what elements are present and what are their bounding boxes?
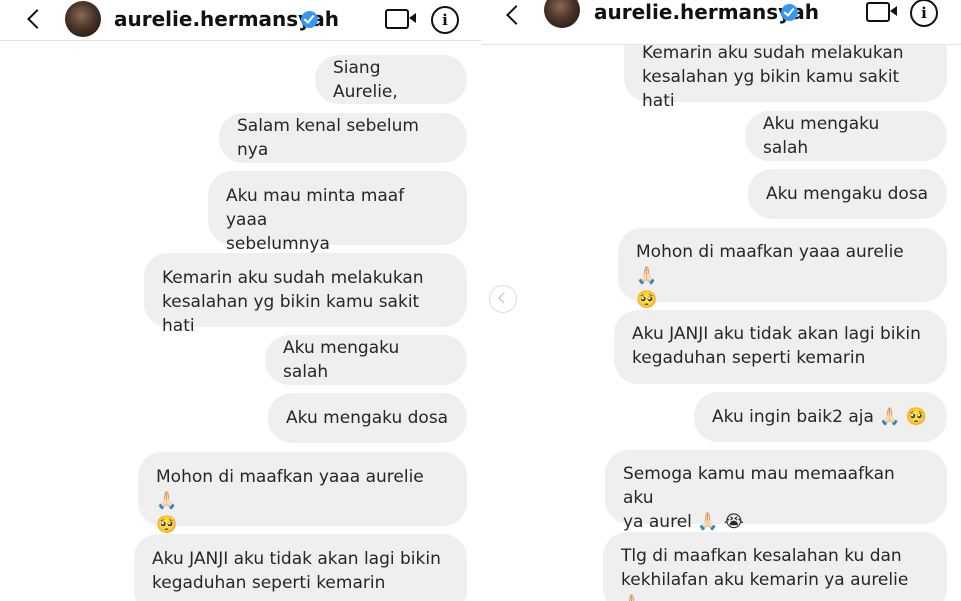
message-bubble[interactable]: Salam kenal sebelum nya bbox=[219, 113, 467, 163]
message-bubble[interactable]: Aku ingin baik2 aja 🙏🏻 🥺 bbox=[694, 392, 947, 442]
info-icon[interactable]: i bbox=[910, 0, 938, 27]
message-bubble[interactable]: Aku mau minta maaf yaaa sebelumnya bbox=[208, 171, 467, 254]
message-bubble[interactable]: Mohon di maafkan yaaa aurelie 🙏🏻 🥺 bbox=[138, 452, 467, 535]
left-screenshot-panel: aurelie.hermansyah i Siang Aurelie, Sala… bbox=[0, 0, 481, 601]
message-bubble[interactable]: Kemarin aku sudah melakukan kesalahan yg… bbox=[144, 253, 467, 336]
verified-badge-icon bbox=[781, 4, 798, 21]
video-call-icon[interactable] bbox=[866, 2, 897, 22]
chat-header: aurelie.hermansyah i bbox=[481, 0, 961, 45]
message-bubble[interactable]: Aku JANJI aku tidak akan lagi bikin kega… bbox=[134, 534, 467, 601]
message-bubble[interactable]: Aku mengaku salah bbox=[265, 335, 467, 385]
avatar[interactable] bbox=[65, 1, 101, 37]
avatar[interactable] bbox=[544, 0, 580, 28]
message-bubble[interactable]: Tlg di maafkan kesalahan ku dan kekhilaf… bbox=[603, 532, 947, 601]
message-bubble[interactable]: Mohon di maafkan yaaa aurelie 🙏🏻 🥺 bbox=[618, 228, 947, 310]
message-bubble[interactable]: Aku mengaku salah bbox=[745, 111, 947, 161]
chevron-left-icon[interactable] bbox=[506, 5, 526, 25]
video-call-icon[interactable] bbox=[385, 9, 416, 29]
message-bubble[interactable]: Siang Aurelie, bbox=[315, 55, 467, 104]
carousel-prev-icon[interactable] bbox=[489, 285, 517, 313]
message-bubble[interactable]: Semoga kamu mau memaafkan aku ya aurel 🙏… bbox=[605, 450, 947, 532]
right-screenshot-panel: aurelie.hermansyah i Kemarin aku sudah m… bbox=[481, 0, 961, 601]
message-bubble[interactable]: Aku mengaku dosa bbox=[268, 393, 467, 443]
message-bubble[interactable]: Aku mengaku dosa bbox=[748, 169, 947, 219]
chat-header: aurelie.hermansyah i bbox=[0, 0, 481, 41]
message-bubble[interactable]: Aku JANJI aku tidak akan lagi bikin kega… bbox=[614, 310, 947, 384]
info-icon[interactable]: i bbox=[431, 6, 459, 34]
verified-badge-icon bbox=[301, 11, 318, 28]
chevron-left-icon[interactable] bbox=[27, 9, 47, 29]
